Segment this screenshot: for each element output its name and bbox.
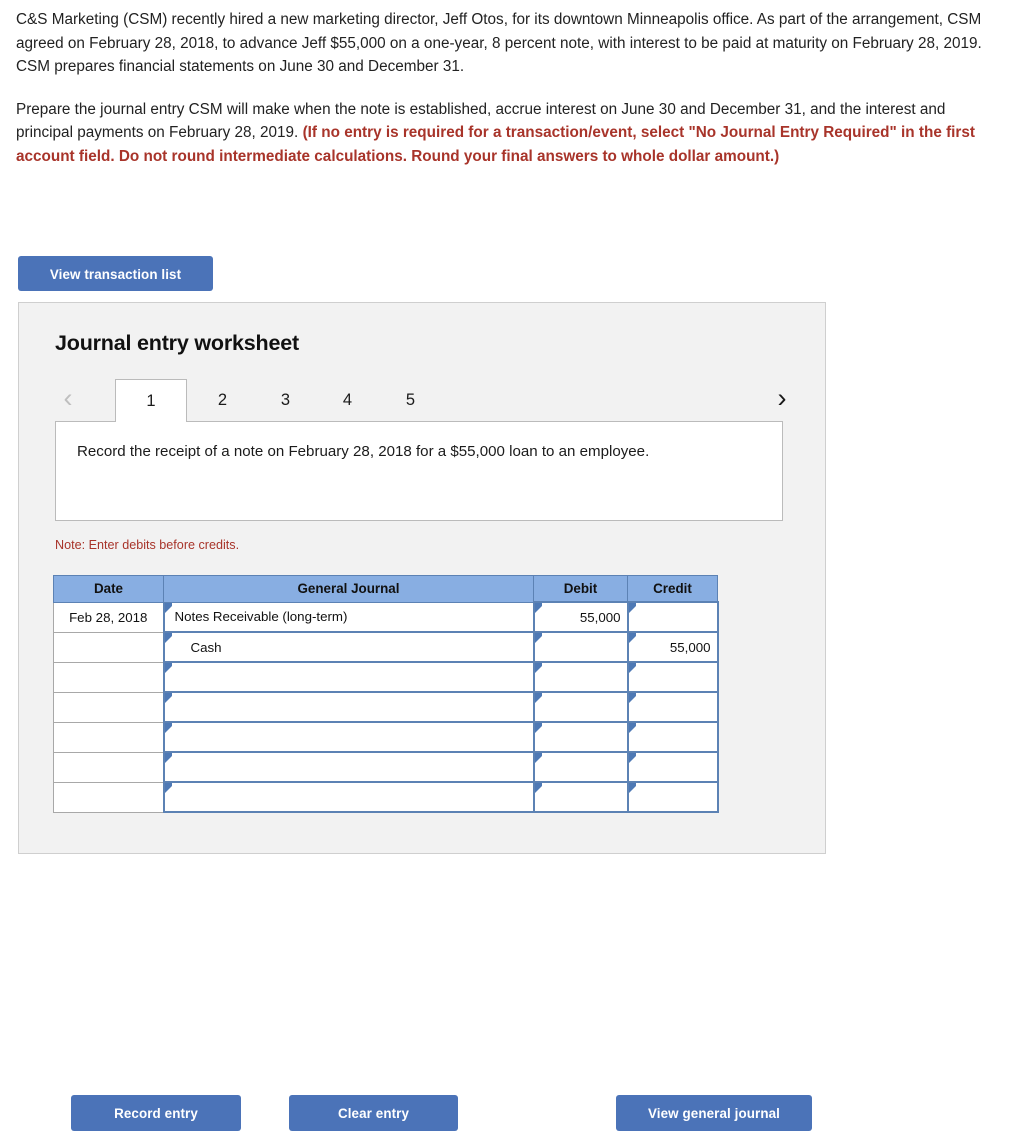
dropdown-flag-icon[interactable]	[628, 783, 636, 793]
journal-table-row	[53, 661, 719, 693]
journal-table-row: Cash 55,000	[53, 631, 719, 663]
problem-paragraph-1: C&S Marketing (CSM) recently hired a new…	[16, 11, 982, 75]
dropdown-flag-icon[interactable]	[534, 723, 542, 733]
journal-debit-cell[interactable]: 55,000	[532, 601, 629, 633]
journal-entry-worksheet-panel: Journal entry worksheet ‹ 1 2 3 4 5 › Record…	[18, 302, 826, 1131]
problem-paragraph-2: Prepare the journal entry CSM will make …	[16, 98, 1006, 169]
transaction-instruction-box: Record the receipt of a note on February…	[55, 421, 783, 521]
clear-entry-button[interactable]: Clear entry	[289, 1095, 458, 1131]
journal-table-body: Feb 28, 2018 Notes Receivable (long-term)…	[53, 601, 719, 813]
dropdown-flag-icon[interactable]	[164, 783, 172, 793]
transaction-instruction-text: Record the receipt of a note on February…	[77, 443, 650, 460]
dropdown-flag-icon[interactable]	[164, 602, 172, 613]
column-header-general-journal: General Journal	[163, 575, 534, 603]
dropdown-flag-icon[interactable]	[164, 723, 172, 733]
worksheet-tab-label: 4	[342, 391, 353, 409]
previous-tab-chevron-icon[interactable]: ‹	[55, 381, 81, 415]
journal-debit-cell[interactable]	[532, 661, 629, 693]
journal-debit-cell[interactable]	[532, 721, 629, 753]
worksheet-tab-2[interactable]: 2	[195, 379, 250, 422]
worksheet-tab-strip: ‹ 1 2 3 4 5 ›	[55, 375, 795, 422]
dropdown-flag-icon[interactable]	[534, 783, 542, 793]
journal-date-cell[interactable]	[53, 751, 164, 783]
column-header-date: Date	[53, 575, 164, 603]
journal-account-select-cell[interactable]: Cash	[162, 631, 535, 663]
dropdown-flag-icon[interactable]	[164, 663, 172, 673]
journal-account-select-cell[interactable]: Notes Receivable (long-term)	[162, 601, 535, 633]
next-tab-chevron-icon[interactable]: ›	[769, 381, 795, 415]
column-header-debit: Debit	[533, 575, 628, 603]
journal-date-cell[interactable]	[53, 661, 164, 693]
journal-credit-cell[interactable]	[626, 721, 719, 753]
journal-credit-cell[interactable]	[626, 661, 719, 693]
worksheet-tab-label: 5	[405, 391, 416, 409]
dropdown-flag-icon[interactable]	[534, 693, 542, 703]
journal-account-select-cell[interactable]	[162, 751, 535, 783]
record-entry-button[interactable]: Record entry	[71, 1095, 241, 1131]
dropdown-flag-icon[interactable]	[628, 603, 636, 613]
dropdown-flag-icon[interactable]	[628, 663, 636, 673]
worksheet-tab-label: 2	[217, 391, 228, 409]
column-header-credit: Credit	[627, 575, 718, 603]
journal-date-cell[interactable]	[53, 631, 164, 663]
journal-table-row	[53, 721, 719, 753]
worksheet-title: Journal entry worksheet	[55, 331, 299, 355]
journal-entry-table: Date General Journal Debit Credit Feb 28…	[53, 575, 719, 813]
worksheet-tab-3[interactable]: 3	[258, 379, 313, 422]
dropdown-flag-icon[interactable]	[628, 633, 636, 643]
dropdown-flag-icon[interactable]	[534, 633, 542, 643]
journal-table-header-row: Date General Journal Debit Credit	[53, 575, 718, 603]
journal-date-cell[interactable]	[53, 721, 164, 753]
dropdown-flag-icon[interactable]	[534, 663, 542, 673]
view-general-journal-button[interactable]: View general journal	[616, 1095, 812, 1131]
journal-credit-cell[interactable]	[626, 691, 719, 723]
dropdown-flag-icon[interactable]	[628, 753, 636, 763]
journal-account-select-cell[interactable]	[162, 781, 535, 813]
journal-account-text: Notes Receivable (long-term)	[174, 609, 348, 625]
debits-before-credits-note: Note: Enter debits before credits.	[55, 538, 240, 552]
journal-account-select-cell[interactable]	[162, 721, 535, 753]
journal-credit-value: 55,000	[669, 639, 711, 655]
dropdown-flag-icon[interactable]	[534, 753, 542, 763]
dropdown-flag-icon[interactable]	[628, 723, 636, 733]
worksheet-tab-5[interactable]: 5	[383, 379, 438, 422]
journal-credit-cell[interactable]	[626, 601, 719, 633]
worksheet-tab-1[interactable]: 1	[115, 379, 187, 422]
dropdown-flag-icon[interactable]	[164, 693, 172, 703]
journal-debit-value: 55,000	[579, 609, 621, 625]
journal-date-cell[interactable]	[53, 781, 164, 813]
worksheet-tab-4[interactable]: 4	[320, 379, 375, 422]
journal-table-row	[53, 751, 719, 783]
dropdown-flag-icon[interactable]	[164, 633, 172, 643]
journal-credit-cell[interactable]	[626, 751, 719, 783]
journal-date-cell[interactable]: Feb 28, 2018	[53, 601, 164, 633]
journal-table-row	[53, 781, 719, 813]
journal-debit-cell[interactable]	[532, 781, 629, 813]
dropdown-flag-icon[interactable]	[164, 753, 172, 763]
dropdown-flag-icon[interactable]	[534, 603, 542, 613]
journal-credit-cell[interactable]: 55,000	[626, 631, 719, 663]
journal-debit-cell[interactable]	[532, 751, 629, 783]
journal-table-row	[53, 691, 719, 723]
view-transaction-list-button[interactable]: View transaction list	[18, 256, 213, 291]
journal-account-select-cell[interactable]	[162, 691, 535, 723]
problem-statement: C&S Marketing (CSM) recently hired a new…	[16, 8, 1006, 187]
journal-debit-cell[interactable]	[532, 631, 629, 663]
journal-date-cell[interactable]	[53, 691, 164, 723]
journal-debit-cell[interactable]	[532, 691, 629, 723]
worksheet-tab-label: 3	[280, 391, 291, 409]
worksheet-tab-label: 1	[146, 392, 156, 410]
journal-account-text: Cash	[190, 639, 222, 655]
journal-account-select-cell[interactable]	[162, 661, 535, 693]
journal-credit-cell[interactable]	[626, 781, 719, 813]
dropdown-flag-icon[interactable]	[628, 693, 636, 703]
journal-table-row: Feb 28, 2018 Notes Receivable (long-term)…	[53, 601, 719, 633]
